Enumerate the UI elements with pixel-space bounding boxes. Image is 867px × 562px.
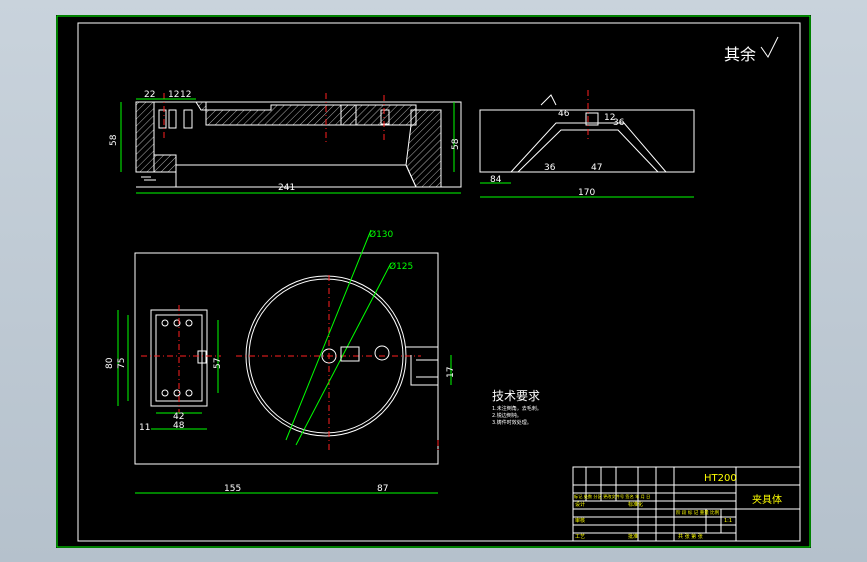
title-review: 审核 <box>575 517 585 524</box>
dim-22: 22 <box>144 90 155 100</box>
tech-req-line-2: 2.锐边倒钝。 <box>492 412 522 419</box>
tech-req-line-1: 1.未注倒角，去毛刺。 <box>492 405 542 412</box>
end-roughness-mark <box>540 94 557 106</box>
dim-87: 87 <box>377 484 388 494</box>
side-slot-3 <box>183 109 193 129</box>
side-hatch-left <box>135 101 155 173</box>
dim-48: 48 <box>173 421 185 431</box>
drawing-svg: 其余 22 12 12 241 58 58 46 12 36 36 47 84 … <box>56 15 811 548</box>
dim-155: 155 <box>224 484 241 494</box>
inner-frame <box>77 22 801 542</box>
left-hole-1 <box>161 319 169 327</box>
title-scale: 1:1 <box>724 518 732 524</box>
side-hatch-bottom-left <box>153 154 177 173</box>
plan-outline <box>134 252 439 465</box>
dim-170: 170 <box>578 188 595 198</box>
roughness-note: 其余 <box>724 45 756 64</box>
dim-84: 84 <box>490 175 502 185</box>
dim-46: 46 <box>558 109 570 119</box>
side-slot-2 <box>168 109 177 129</box>
dim-circle-130: Ø130 <box>369 229 394 240</box>
dim-height-left: 58 <box>109 134 119 146</box>
dim-75: 75 <box>117 358 127 369</box>
tech-req-line-3: 3.铸件时效处理。 <box>492 419 532 426</box>
dim-36b: 36 <box>544 163 556 173</box>
dim-80: 80 <box>105 357 115 369</box>
technical-requirements: 技术要求 1.未注倒角，去毛刺。 2.锐边倒钝。 3.铸件时效处理。 <box>492 389 542 426</box>
side-slot-1 <box>158 109 167 129</box>
dim-57: 57 <box>213 358 223 369</box>
title-approve: 批准 <box>628 533 638 540</box>
title-design: 设计 <box>575 501 585 508</box>
side-view: 22 12 12 241 58 58 <box>109 90 462 194</box>
plan-part-2 <box>374 345 390 361</box>
dim-11: 11 <box>139 423 150 433</box>
dim-circle-125: Ø125 <box>389 261 413 272</box>
material-label: HT200 <box>704 473 737 484</box>
part-name-label: 夹具体 <box>752 493 782 506</box>
dim-241: 241 <box>278 183 295 193</box>
title-row-header: 标记 处数 分区 更改文件号 签名 年 月 日 <box>574 493 650 500</box>
side-hatch-mid <box>340 104 417 126</box>
left-hole-4 <box>161 389 169 397</box>
left-hole-6 <box>185 389 193 397</box>
title-process: 工艺 <box>575 534 585 540</box>
left-hole-3 <box>185 319 193 327</box>
plan-view: Ø130 Ø125 17 80 75 57 42 48 11 155 87 <box>105 229 456 494</box>
end-v-groove-inner <box>517 129 659 173</box>
roughness-symbol <box>760 36 779 58</box>
tech-req-title: 技术要求 <box>492 389 540 403</box>
dim-12a: 12 <box>168 90 179 100</box>
title-standard: 标准化 <box>628 501 643 508</box>
dim-height-right: 58 <box>451 138 461 150</box>
title-sheet-row: 共 张 第 张 <box>678 533 703 540</box>
cad-window: 其余 22 12 12 241 58 58 46 12 36 36 47 84 … <box>0 0 867 562</box>
end-view: 46 12 36 36 47 84 170 <box>479 90 695 198</box>
dim-47: 47 <box>591 163 602 173</box>
title-block: HT200 夹具体 标记 处数 分区 更改文件号 签名 年 月 日 设计 标准化… <box>572 466 801 542</box>
title-stage-row: 阶 段 标 记 重量 比例 <box>676 509 720 516</box>
dim-12b: 12 <box>180 90 191 100</box>
dim-36a: 36 <box>613 118 625 128</box>
end-outline <box>479 109 695 173</box>
dim-17: 17 <box>446 367 456 378</box>
side-roughness-mark <box>141 176 156 181</box>
drawing-canvas[interactable]: 其余 22 12 12 241 58 58 46 12 36 36 47 84 … <box>56 15 811 548</box>
